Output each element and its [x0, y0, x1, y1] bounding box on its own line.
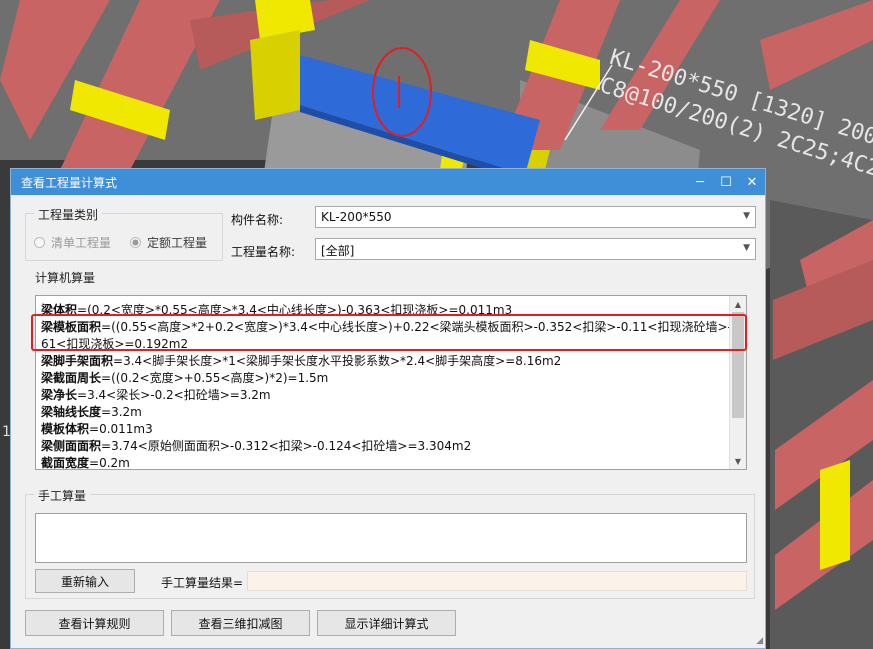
reenter-button[interactable]: 重新输入	[35, 569, 135, 593]
quantity-category-legend: 工程量类别	[34, 206, 103, 223]
formula-text: =3.2m	[101, 405, 142, 419]
quantity-name-value: [全部]	[321, 244, 355, 258]
scrollbar-thumb[interactable]	[732, 312, 744, 418]
quantity-name-select[interactable]: [全部] ▼	[315, 238, 756, 260]
list-item[interactable]: 梁侧面面积=3.74<原始侧面面积>-0.312<扣梁>-0.124<扣砼墙>=…	[41, 437, 471, 454]
formula-text: =((0.55<高度>*2+0.2<宽度>)*3.4<中心线长度>)+0.22<…	[101, 320, 747, 334]
list-item[interactable]: 梁模板面积=((0.55<高度>*2+0.2<宽度>)*3.4<中心线长度>)+…	[41, 318, 747, 335]
resize-grip-icon[interactable]: ◢	[756, 636, 763, 646]
quantity-formula-dialog: 查看工程量计算式 ─ ☐ ✕ 工程量类别 清单工程量 定额工程量 构件名称: K…	[10, 168, 766, 649]
manual-result-label: 手工算量结果=	[161, 576, 244, 590]
formula-text: =3.4<梁长>-0.2<扣砼墙>=3.2m	[77, 388, 271, 402]
formula-name: 梁截面周长	[41, 371, 102, 385]
component-name-label: 构件名称:	[231, 213, 284, 227]
list-item[interactable]: 61<扣现浇板>=0.192m2	[41, 335, 188, 352]
list-item[interactable]: 梁脚手架面积=3.4<脚手架长度>*1<梁脚手架长度水平投影系数>*2.4<脚手…	[41, 352, 561, 369]
formula-name: 梁轴线长度	[41, 405, 102, 419]
vertical-scrollbar[interactable]: ▲ ▼	[729, 296, 746, 469]
radio-bill-quantity-label: 清单工程量	[51, 236, 112, 250]
formula-name: 梁侧面面积	[41, 439, 102, 453]
list-item[interactable]: 梁轴线长度=3.2m	[41, 403, 142, 420]
radio-dot[interactable]	[130, 237, 141, 248]
show-detail-formula-button[interactable]: 显示详细计算式	[317, 610, 456, 636]
dialog-title: 查看工程量计算式	[21, 175, 118, 190]
formula-name: 梁净长	[41, 388, 78, 402]
formula-name: 截面宽度	[41, 456, 90, 470]
view-3d-deduction-button[interactable]: 查看三维扣减图	[171, 610, 310, 636]
scroll-down-icon[interactable]: ▼	[730, 453, 746, 469]
formula-text: =0.2m	[89, 456, 130, 470]
radio-dot[interactable]	[34, 237, 45, 248]
dialog-titlebar[interactable]: 查看工程量计算式 ─ ☐ ✕	[11, 169, 765, 195]
formula-text: =(0.2<宽度>*0.55<高度>*3.4<中心线长度>)-0.363<扣现浇…	[77, 303, 513, 317]
radio-quota-quantity-label: 定额工程量	[147, 236, 208, 250]
list-item[interactable]: 梁体积=(0.2<宽度>*0.55<高度>*3.4<中心线长度>)-0.363<…	[41, 301, 512, 318]
close-icon[interactable]: ✕	[739, 169, 765, 195]
list-item[interactable]: 梁截面周长=((0.2<宽度>+0.55<高度>)*2)=1.5m	[41, 369, 328, 386]
component-name-select[interactable]: KL-200*550 ▼	[315, 206, 756, 228]
list-item[interactable]: 截面宽度=0.2m	[41, 454, 130, 470]
formula-text: =((0.2<宽度>+0.55<高度>)*2)=1.5m	[101, 371, 329, 385]
maximize-icon[interactable]: ☐	[713, 169, 739, 195]
formula-name: 模板体积	[41, 422, 90, 436]
radio-bill-quantity[interactable]: 清单工程量	[34, 234, 111, 251]
formula-name: 梁体积	[41, 303, 78, 317]
formula-text: =3.74<原始侧面面积>-0.312<扣梁>-0.124<扣砼墙>=3.304…	[101, 439, 472, 453]
scroll-up-icon[interactable]: ▲	[730, 296, 746, 312]
formula-text: 61<扣现浇板>=0.192m2	[41, 337, 189, 351]
view-rules-button[interactable]: 查看计算规则	[25, 610, 164, 636]
chevron-down-icon[interactable]: ▼	[743, 211, 750, 221]
quantity-category-group: 工程量类别 清单工程量 定额工程量	[25, 206, 223, 261]
formula-text: =0.011m3	[89, 422, 153, 436]
component-name-value: KL-200*550	[321, 210, 392, 224]
chevron-down-icon[interactable]: ▼	[743, 243, 750, 253]
calc-formula-list[interactable]: 梁体积=(0.2<宽度>*0.55<高度>*3.4<中心线长度>)-0.363<…	[35, 295, 747, 470]
minimize-icon[interactable]: ─	[687, 169, 713, 195]
formula-name: 梁脚手架面积	[41, 354, 114, 368]
manual-result-field[interactable]	[247, 571, 747, 591]
manual-calc-input[interactable]	[35, 513, 747, 563]
radio-quota-quantity[interactable]: 定额工程量	[130, 234, 207, 251]
quantity-name-label: 工程量名称:	[231, 245, 296, 259]
manual-calc-legend: 手工算量	[34, 487, 91, 504]
list-item[interactable]: 梁净长=3.4<梁长>-0.2<扣砼墙>=3.2m	[41, 386, 271, 403]
list-item[interactable]: 模板体积=0.011m3	[41, 420, 153, 437]
formula-name: 梁模板面积	[41, 320, 102, 334]
computer-calc-legend: 计算机算量	[31, 269, 100, 286]
formula-text: =3.4<脚手架长度>*1<梁脚手架长度水平投影系数>*2.4<脚手架高度>=8…	[113, 354, 562, 368]
